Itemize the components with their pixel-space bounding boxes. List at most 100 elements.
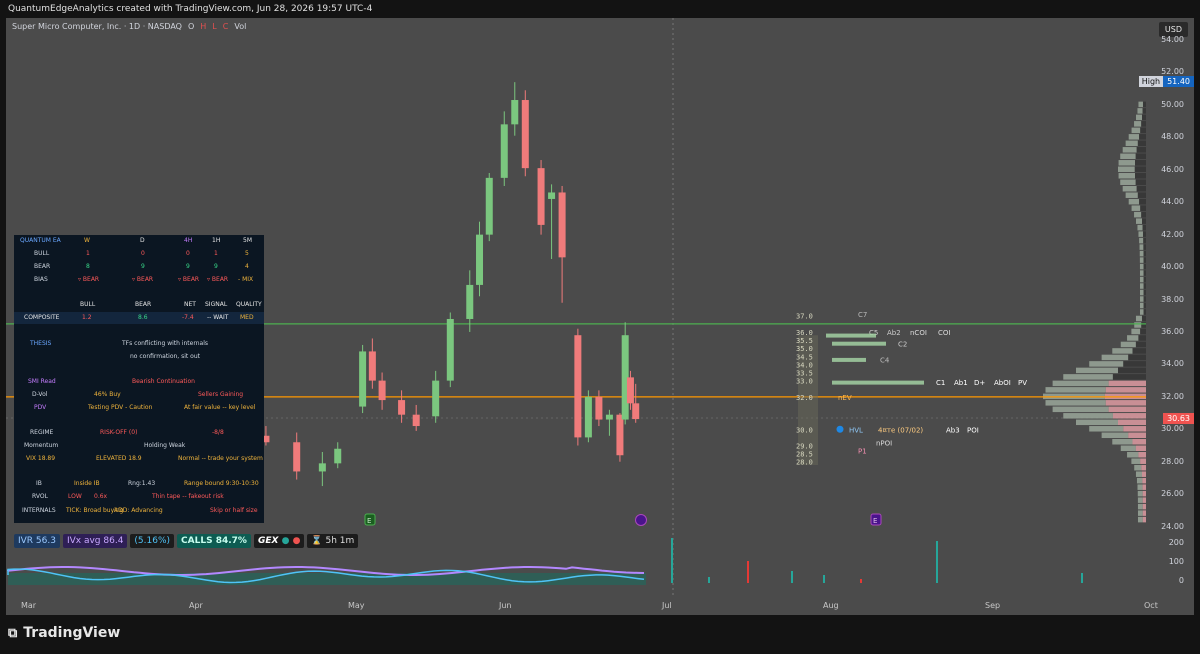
level-tag-nev: nEV [838, 394, 852, 402]
gex-badge[interactable]: GEX ● ● [253, 534, 305, 548]
cell: -8/8 [212, 429, 224, 436]
profile-bar [1143, 250, 1146, 257]
profile-bar [1127, 335, 1139, 341]
profile-bar [1135, 179, 1146, 185]
calls-badge[interactable]: CALLS 84.7% [177, 534, 251, 548]
profile-bar [1141, 322, 1146, 328]
price-tick: 50.00 [1161, 99, 1184, 109]
profile-bar [1143, 289, 1146, 296]
profile-bar [1142, 516, 1146, 523]
tradingview-logo[interactable]: ⧉ TradingView [8, 625, 120, 641]
cell: ▿ BEAR [132, 276, 154, 283]
cell: Range bound 9:30-10:30 [184, 480, 259, 487]
candle [485, 173, 493, 242]
cell: no confirmation, sit out [130, 353, 201, 360]
row-label: VIX 18.89 [26, 455, 56, 462]
internals-row: INTERNALS TICK: Broad buying ADD: Advanc… [14, 505, 264, 517]
ivr-badge[interactable]: IVR 56.3 [14, 534, 60, 548]
profile-bar [1141, 211, 1146, 218]
level-tag-c2: C2 [898, 340, 907, 348]
cell: Inside IB [74, 480, 100, 487]
profile-bar [1045, 400, 1106, 406]
profile-bar [1142, 510, 1146, 516]
momentum-row: Momentum Holding Weak [14, 440, 264, 452]
profile-bar [1122, 147, 1137, 153]
ladder-label: 34.0 [796, 361, 813, 369]
price-tick: 40.00 [1161, 262, 1184, 272]
profile-bar [1123, 426, 1146, 432]
profile-bar [1123, 361, 1146, 367]
col-d: D [140, 237, 145, 244]
profile-bar [1128, 198, 1140, 205]
profile-bar [1134, 166, 1146, 173]
level-tag-aboi: AbOI [994, 379, 1011, 387]
tv-icon: ⧉ [8, 625, 18, 641]
ladder-label: 37.0 [796, 313, 813, 321]
ladder-label: 30.0 [796, 426, 813, 434]
profile-bar [1141, 464, 1146, 471]
ladder-label: 28.5 [796, 451, 813, 459]
level-tag-ncoi: nCOI [910, 329, 927, 337]
profile-bar [1101, 354, 1129, 361]
profile-bar [1142, 484, 1146, 490]
profile-bar [1138, 231, 1143, 237]
price-tick: 24.00 [1161, 521, 1184, 531]
profile-bar [1143, 296, 1146, 302]
level-tag-exp: 4¤те (07/02) [878, 426, 923, 434]
row-label: COMPOSITE [24, 314, 60, 321]
profile-bar [1131, 458, 1141, 464]
profile-bar [1118, 166, 1135, 173]
profile-bar [1132, 439, 1146, 445]
cell: Skip or half size [210, 507, 258, 514]
level-tag-npoi: nPOI [876, 439, 892, 447]
candle [537, 160, 545, 235]
cell: 9 [186, 263, 190, 270]
cell: Normal -- trade your system [178, 455, 263, 462]
candle [621, 322, 629, 425]
profile-bar [1142, 497, 1146, 503]
price-tick: 48.00 [1161, 132, 1184, 142]
profile-bar [1138, 335, 1146, 341]
price-tick: 28.00 [1161, 456, 1184, 466]
cell: LOW [68, 493, 82, 500]
level-tag-pv: PV [1018, 379, 1027, 387]
time-tick: Jun [499, 601, 512, 610]
profile-bar [1137, 516, 1143, 523]
profile-bar [1135, 315, 1142, 322]
profile-bar [1137, 140, 1146, 147]
profile-bar [1128, 134, 1140, 140]
candle [521, 90, 529, 177]
cell: - MIX [238, 276, 254, 283]
profile-bar [1135, 153, 1146, 160]
profile-bar [1125, 140, 1138, 147]
ladder-label: 36.0 [796, 329, 813, 337]
thesis-row: THESIS TFs conflicting with internals [14, 338, 264, 350]
ladder-label: 33.5 [796, 370, 813, 378]
profile-bar [1120, 341, 1136, 348]
profile-bar [1128, 432, 1146, 439]
profile-bar [1138, 101, 1143, 108]
candle [398, 390, 406, 423]
level-tag-poi: POI [967, 426, 979, 434]
candle [446, 312, 454, 388]
profile-bar [1112, 413, 1146, 419]
candle [378, 372, 386, 410]
level-tag-c7: C7 [858, 311, 867, 319]
row-label: THESIS [30, 340, 52, 347]
profile-bar [1143, 237, 1146, 244]
cell: 0 [141, 250, 145, 257]
profile-bar [1137, 224, 1143, 231]
gex-bar [708, 577, 710, 583]
profile-bar [1105, 387, 1146, 393]
hvl-dot-icon [836, 425, 844, 433]
cell: ▿ BEAR [178, 276, 200, 283]
chart-area[interactable]: Super Micro Computer, Inc. · 1D · NASDAQ… [6, 18, 1194, 615]
ivx-badge[interactable]: IVx avg 86.4 [62, 534, 128, 548]
osc-tick: 100 [1168, 557, 1184, 566]
candle [595, 390, 603, 427]
volume-profile [1043, 101, 1146, 523]
bull-row: BULL 1 0 0 1 5 [14, 248, 264, 260]
price-tick: 36.00 [1161, 326, 1184, 336]
profile-bar [1139, 134, 1146, 140]
profile-bar [1143, 257, 1146, 263]
